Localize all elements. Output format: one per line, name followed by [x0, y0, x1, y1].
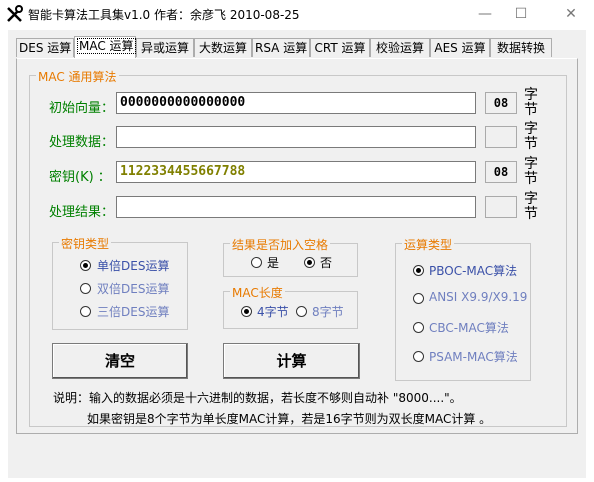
mac-4byte-radio[interactable] [241, 306, 252, 317]
double-des-radio[interactable] [80, 283, 91, 294]
pboc-mac-radio[interactable] [413, 265, 424, 276]
close-button[interactable]: ✕ [556, 3, 586, 25]
mac-8byte-radio[interactable] [296, 306, 307, 317]
ansi-x99-radio[interactable] [413, 293, 424, 304]
tab-label: CRT 运算 [314, 41, 366, 55]
iv-label: 初始向量： [49, 101, 115, 116]
result-output[interactable] [116, 196, 476, 218]
tab-rsa[interactable]: RSA 运算 [252, 38, 310, 57]
triple-des-radio[interactable] [80, 306, 91, 317]
tab-xor[interactable]: 异或运算 [136, 38, 194, 57]
cbc-mac-radio[interactable] [413, 322, 424, 333]
tab-bignum[interactable]: 大数运算 [194, 38, 252, 57]
mac-group-title: MAC 通用算法 [36, 68, 119, 85]
pboc-mac-label: PBOC-MAC算法 [429, 264, 518, 278]
maximize-button[interactable]: ☐ [506, 3, 536, 25]
tools-icon [7, 5, 23, 22]
tab-des[interactable]: DES 运算 [16, 38, 74, 57]
mac-4byte-label: 4字节 [257, 305, 289, 319]
single-des-label: 单倍DES运算 [97, 259, 170, 273]
mac-8byte-label: 8字节 [312, 305, 344, 319]
tab-label: 数据转换 [496, 41, 545, 55]
tab-label: MAC 运算 [77, 38, 136, 54]
iv-unit: 字节 [524, 87, 538, 118]
title-bar: 智能卡算法工具集v1.0 作者：余彦飞 2010-08-25 — ☐ ✕ [0, 0, 594, 28]
single-des-radio[interactable] [80, 260, 91, 271]
iv-input[interactable]: 0000000000000000 [116, 92, 476, 114]
tab-label: AES 运算 [434, 41, 486, 55]
tab-label: 大数运算 [198, 41, 247, 55]
result-byte-count [485, 196, 517, 218]
tab-label: 异或运算 [140, 41, 189, 55]
space-no-label: 否 [320, 256, 333, 270]
mac-tab-panel: MAC 通用算法 初始向量： 0000000000000000 08 字节 处理… [16, 58, 578, 434]
space-option-title: 结果是否加入空格 [230, 236, 331, 253]
data-unit: 字节 [524, 121, 538, 152]
cbc-mac-label: CBC-MAC算法 [429, 321, 509, 335]
tab-strip: DES 运算 MAC 运算 异或运算 大数运算 RSA 运算 CRT 运算 校验… [12, 36, 572, 58]
clear-button[interactable]: 清空 [52, 343, 188, 379]
key-unit: 字节 [524, 156, 538, 187]
key-byte-count: 08 [485, 161, 517, 183]
calc-type-title: 运算类型 [402, 236, 455, 253]
tab-aes[interactable]: AES 运算 [430, 38, 490, 57]
triple-des-label: 三倍DES运算 [97, 305, 170, 319]
minimize-button[interactable]: — [470, 3, 500, 25]
compute-button[interactable]: 计算 [223, 343, 360, 379]
space-option-group: 结果是否加入空格 [223, 236, 358, 277]
iv-byte-count: 08 [485, 92, 517, 114]
tab-checksum[interactable]: 校验运算 [370, 38, 430, 57]
data-label: 处理数据： [49, 135, 115, 150]
tab-label: 校验运算 [375, 41, 424, 55]
tab-label: DES 运算 [19, 41, 72, 55]
double-des-label: 双倍DES运算 [97, 282, 170, 296]
result-label: 处理结果： [49, 205, 115, 220]
tab-mac[interactable]: MAC 运算 [74, 36, 136, 58]
window-title: 智能卡算法工具集v1.0 作者：余彦飞 2010-08-25 [28, 8, 300, 22]
space-yes-radio[interactable] [251, 257, 262, 268]
psam-mac-label: PSAM-MAC算法 [429, 350, 518, 364]
result-unit: 字节 [524, 191, 538, 222]
tab-convert[interactable]: 数据转换 [490, 38, 552, 57]
mac-length-title: MAC长度 [230, 284, 285, 301]
data-byte-count [485, 126, 517, 148]
key-input[interactable]: 1122334455667788 [116, 161, 476, 183]
note-line-1: 说明：输入的数据必须是十六进制的数据，若长度不够则自动补 "8000...."。 [53, 391, 462, 405]
key-type-title: 密钥类型 [59, 235, 112, 252]
tab-label: RSA 运算 [255, 41, 308, 55]
space-no-radio[interactable] [304, 257, 315, 268]
space-yes-label: 是 [267, 256, 280, 270]
psam-mac-radio[interactable] [413, 351, 424, 362]
note-line-2: 如果密钥是8个字节为单长度MAC计算，若是16字节则为双长度MAC计算 。 [87, 412, 492, 426]
tab-crt[interactable]: CRT 运算 [310, 38, 370, 57]
key-label: 密钥(K) ： [49, 170, 111, 185]
ansi-x99-label: ANSI X9.9/X9.19 [429, 290, 528, 304]
data-input[interactable] [116, 126, 476, 148]
